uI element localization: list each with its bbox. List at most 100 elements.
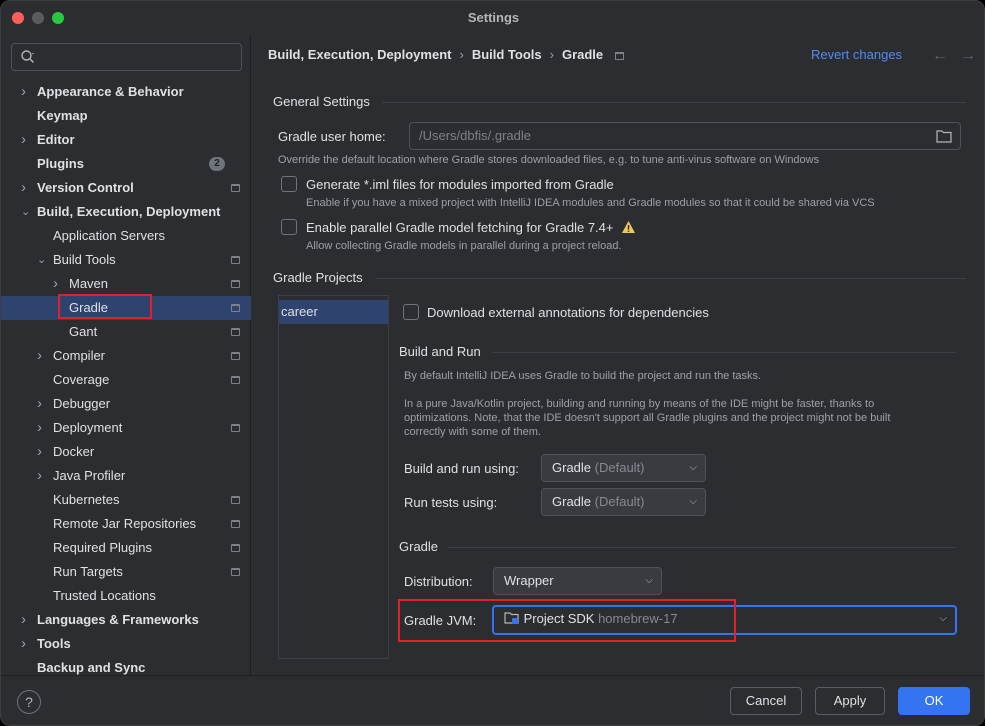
breadcrumb-build-execution[interactable]: Build, Execution, Deployment: [268, 47, 451, 62]
gradle-user-home-hint: Override the default location where Grad…: [278, 154, 820, 166]
sidebar-item-label: Debugger: [53, 396, 111, 411]
sidebar-item-debugger[interactable]: › Debugger: [1, 392, 251, 416]
apply-button[interactable]: Apply: [815, 687, 885, 715]
project-level-icon: [231, 376, 240, 384]
sidebar-item-languages-frameworks[interactable]: › Languages & Frameworks: [1, 608, 251, 632]
chevron-right-icon[interactable]: ›: [37, 440, 49, 464]
search-input[interactable]: [11, 43, 242, 71]
run-tests-using-dropdown[interactable]: Gradle (Default) ⌵: [541, 488, 706, 516]
chevron-down-icon[interactable]: ⌄: [21, 200, 33, 224]
sidebar-item-label: Deployment: [53, 420, 123, 435]
sidebar-item-label: Version Control: [37, 180, 134, 195]
gradle-user-home-field[interactable]: /Users/dbfis/.gradle: [409, 122, 961, 150]
project-level-icon: [615, 51, 625, 60]
build-run-using-dropdown[interactable]: Gradle (Default) ⌵: [541, 454, 706, 482]
sidebar-item-maven[interactable]: › Maven: [1, 272, 251, 296]
parallel-fetch-text: Enable parallel Gradle model fetching fo…: [306, 220, 614, 235]
chevron-right-icon[interactable]: ›: [53, 272, 65, 296]
gradle-projects-title: Gradle Projects: [273, 270, 363, 285]
sidebar-item-keymap[interactable]: Keymap: [1, 104, 251, 128]
sidebar-item-gant[interactable]: Gant: [1, 320, 251, 344]
build-run-using-label: Build and run using:: [404, 461, 519, 476]
folder-icon[interactable]: [936, 129, 952, 143]
sidebar-item-docker[interactable]: › Docker: [1, 440, 251, 464]
update-count-badge: 2: [209, 157, 225, 171]
title-bar: Settings: [1, 1, 984, 35]
distribution-dropdown[interactable]: Wrapper ⌵: [493, 567, 662, 595]
help-button[interactable]: ?: [17, 690, 41, 714]
chevron-right-icon[interactable]: ›: [37, 392, 49, 416]
build-run-description: By default IntelliJ IDEA uses Gradle to …: [404, 370, 762, 382]
sidebar-item-label: Keymap: [37, 108, 88, 123]
chevron-down-icon[interactable]: ⌄: [37, 248, 49, 272]
generate-iml-checkbox[interactable]: [281, 176, 297, 192]
window-title: Settings: [467, 10, 520, 25]
chevron-right-icon[interactable]: ›: [37, 344, 49, 368]
warning-icon: [622, 221, 636, 233]
cancel-button[interactable]: Cancel: [730, 687, 802, 715]
sidebar-item-build-execution-deployment[interactable]: ⌄ Build, Execution, Deployment: [1, 200, 251, 224]
sidebar-item-label: Trusted Locations: [53, 588, 156, 603]
generate-iml-label: Generate *.iml files for modules importe…: [306, 177, 614, 192]
chevron-right-icon[interactable]: ›: [21, 608, 33, 632]
build-run-using-value: Gradle: [552, 460, 592, 475]
distribution-label: Distribution:: [404, 574, 473, 589]
project-level-icon: [231, 520, 240, 528]
chevron-right-icon[interactable]: ›: [37, 416, 49, 440]
chevron-right-icon[interactable]: ›: [21, 176, 33, 200]
breadcrumb-build-tools[interactable]: Build Tools: [472, 47, 542, 62]
sidebar-item-label: Build, Execution, Deployment: [37, 204, 221, 219]
sidebar-item-tools[interactable]: › Tools: [1, 632, 251, 656]
sidebar-item-required-plugins[interactable]: Required Plugins: [1, 536, 251, 560]
breadcrumb: Build, Execution, Deployment › Build Tools…: [268, 47, 625, 62]
sidebar-item-version-control[interactable]: › Version Control: [1, 176, 251, 200]
sidebar-item-compiler[interactable]: › Compiler: [1, 344, 251, 368]
sidebar-item-coverage[interactable]: Coverage: [1, 368, 251, 392]
ok-button[interactable]: OK: [898, 687, 970, 715]
parallel-fetch-label: Enable parallel Gradle model fetching fo…: [306, 220, 636, 235]
chevron-right-icon[interactable]: ›: [21, 128, 33, 152]
forward-arrow-icon[interactable]: →: [960, 47, 984, 64]
chevron-down-icon: ⌵: [939, 613, 947, 624]
parallel-fetch-checkbox[interactable]: [281, 219, 297, 235]
revert-changes-link[interactable]: Revert changes: [811, 47, 902, 62]
sidebar-item-trusted-locations[interactable]: Trusted Locations: [1, 584, 251, 608]
gradle-settings-panel: Build, Execution, Deployment › Build Tools…: [252, 35, 984, 675]
sidebar-item-java-profiler[interactable]: › Java Profiler: [1, 464, 251, 488]
sidebar-item-label: Kubernetes: [53, 492, 120, 507]
breadcrumb-separator: ›: [459, 47, 464, 62]
chevron-right-icon[interactable]: ›: [21, 632, 33, 656]
sidebar-item-build-tools[interactable]: ⌄ Build Tools: [1, 248, 251, 272]
sidebar-item-run-targets[interactable]: Run Targets: [1, 560, 251, 584]
sidebar-item-kubernetes[interactable]: Kubernetes: [1, 488, 251, 512]
sidebar-item-label: Java Profiler: [53, 468, 126, 483]
sidebar-item-plugins[interactable]: Plugins 2: [1, 152, 251, 176]
project-level-icon: [231, 424, 240, 432]
settings-window: Settings › Appearance & Behavior Keymap › Ed…: [0, 0, 985, 726]
download-annotations-label: Download external annotations for depend…: [427, 305, 709, 320]
sidebar-item-label: Languages & Frameworks: [37, 612, 199, 627]
project-item-career[interactable]: career: [279, 300, 388, 324]
sidebar-item-label: Run Targets: [53, 564, 123, 579]
sidebar-item-remote-jar-repositories[interactable]: Remote Jar Repositories: [1, 512, 251, 536]
parallel-fetch-hint: Allow collecting Gradle models in parall…: [306, 240, 622, 252]
sidebar-item-application-servers[interactable]: Application Servers: [1, 224, 251, 248]
chevron-right-icon[interactable]: ›: [37, 464, 49, 488]
project-level-icon: [231, 352, 240, 360]
highlight-box-gradle: [58, 294, 152, 319]
highlight-box-gradle-jvm: [398, 599, 736, 642]
project-level-icon: [231, 304, 240, 312]
sidebar-item-label: Docker: [53, 444, 95, 459]
project-level-icon: [231, 256, 240, 264]
back-arrow-icon[interactable]: ←: [932, 47, 960, 64]
sidebar-item-deployment[interactable]: › Deployment: [1, 416, 251, 440]
generate-iml-hint: Enable if you have a mixed project with …: [306, 197, 875, 209]
sidebar-item-editor[interactable]: › Editor: [1, 128, 251, 152]
download-annotations-checkbox[interactable]: [403, 304, 419, 320]
chevron-right-icon[interactable]: ›: [21, 80, 33, 104]
sidebar-item-appearance-behavior[interactable]: › Appearance & Behavior: [1, 80, 251, 104]
sidebar-item-label: Gant: [69, 324, 98, 339]
sidebar-item-label: Tools: [37, 636, 71, 651]
build-run-note-line3: correctly with some of them.: [404, 426, 541, 438]
sidebar-item-label: Maven: [69, 276, 109, 291]
